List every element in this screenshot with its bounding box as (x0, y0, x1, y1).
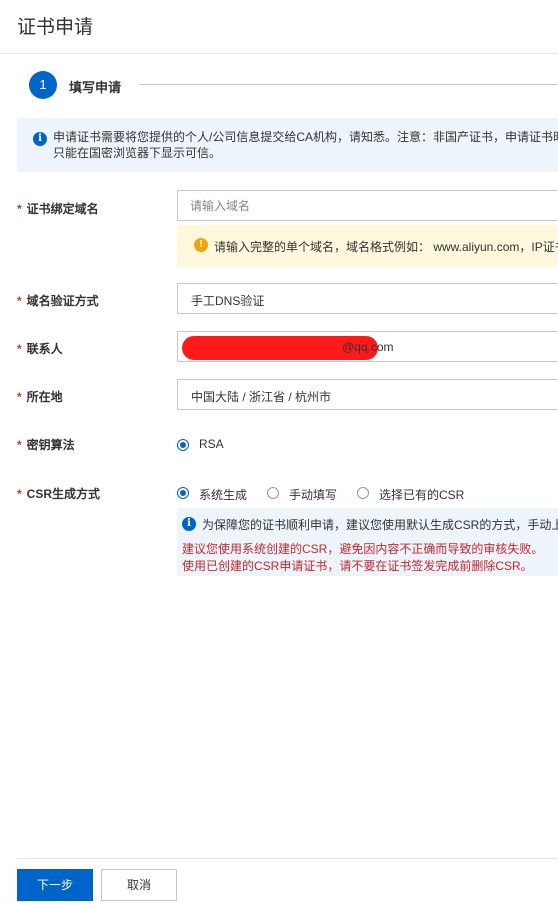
notice-text: 申请证书需要将您提供的个人/公司信息提交给CA机构，请知悉。注意：非国产证书，申… (53, 129, 558, 161)
radio-rsa-label[interactable]: RSA (199, 437, 224, 451)
info-icon: i (33, 132, 47, 146)
notice-box: i 申请证书需要将您提供的个人/公司信息提交给CA机构，请知悉。注意：非国产证书… (17, 118, 558, 172)
page-header: 证书申请 (0, 0, 558, 54)
verify-method-select[interactable]: 手工DNS验证 (177, 283, 558, 314)
radio-existing-csr[interactable] (357, 487, 369, 499)
domain-hint: ! 请输入完整的单个域名，域名格式例如： www.aliyun.com，IP证书 (177, 225, 558, 267)
next-step-button[interactable]: 下一步 (17, 869, 93, 901)
key-algorithm-label: * 密钥算法 (17, 438, 75, 452)
contact-label: * 联系人 (17, 342, 63, 356)
csr-note-line-3: 使用已创建的CSR申请证书，请不要在证书签发完成前删除CSR。 (182, 559, 533, 573)
radio-manual-fill-label[interactable]: 手动填写 (289, 486, 337, 503)
step-indicator: 1 填写申请 (29, 71, 558, 101)
verify-method-value: 手工DNS验证 (191, 294, 265, 308)
notice-line-2: 只能在国密浏览器下显示可信。 (53, 146, 222, 160)
info-icon: i (182, 517, 196, 531)
radio-system-generate-label[interactable]: 系统生成 (199, 486, 247, 503)
csr-method-label: * CSR生成方式 (17, 487, 101, 501)
step-label: 填写申请 (69, 80, 122, 95)
domain-input[interactable] (178, 191, 558, 220)
domain-field[interactable] (177, 190, 558, 221)
radio-system-generate[interactable] (177, 487, 189, 499)
domain-hint-text: 请输入完整的单个域名，域名格式例如： www.aliyun.com，IP证书 (214, 240, 558, 254)
csr-note-line-2: 建议您使用系统创建的CSR，避免因内容不正确而导致的审核失败。 (182, 542, 544, 556)
notice-line-1: 申请证书需要将您提供的个人/公司信息提交给CA机构，请知悉。注意：非国产证书，申… (53, 130, 558, 144)
csr-note-line-1: 为保障您的证书顺利申请，建议您使用默认生成CSR的方式，手动上 (202, 518, 558, 532)
domain-label: * 证书绑定域名 (17, 202, 99, 216)
radio-existing-csr-label[interactable]: 选择已有的CSR (379, 486, 464, 503)
step-number: 1 (29, 71, 57, 99)
cancel-button[interactable]: 取消 (101, 869, 177, 901)
step-divider (139, 84, 558, 85)
footer-divider (17, 858, 558, 859)
radio-manual-fill[interactable] (267, 487, 279, 499)
contact-email-tail: @qq.com (342, 340, 394, 354)
location-label: * 所在地 (17, 390, 63, 404)
location-select[interactable]: 中国大陆 / 浙江省 / 杭州市 (177, 379, 558, 410)
csr-note-box: i 为保障您的证书顺利申请，建议您使用默认生成CSR的方式，手动上 建议您使用系… (177, 508, 558, 576)
warning-icon: ! (194, 238, 208, 252)
verify-method-label: * 域名验证方式 (17, 294, 99, 308)
page-title: 证书申请 (17, 17, 94, 38)
location-value: 中国大陆 / 浙江省 / 杭州市 (191, 390, 332, 404)
radio-rsa[interactable] (177, 439, 189, 451)
